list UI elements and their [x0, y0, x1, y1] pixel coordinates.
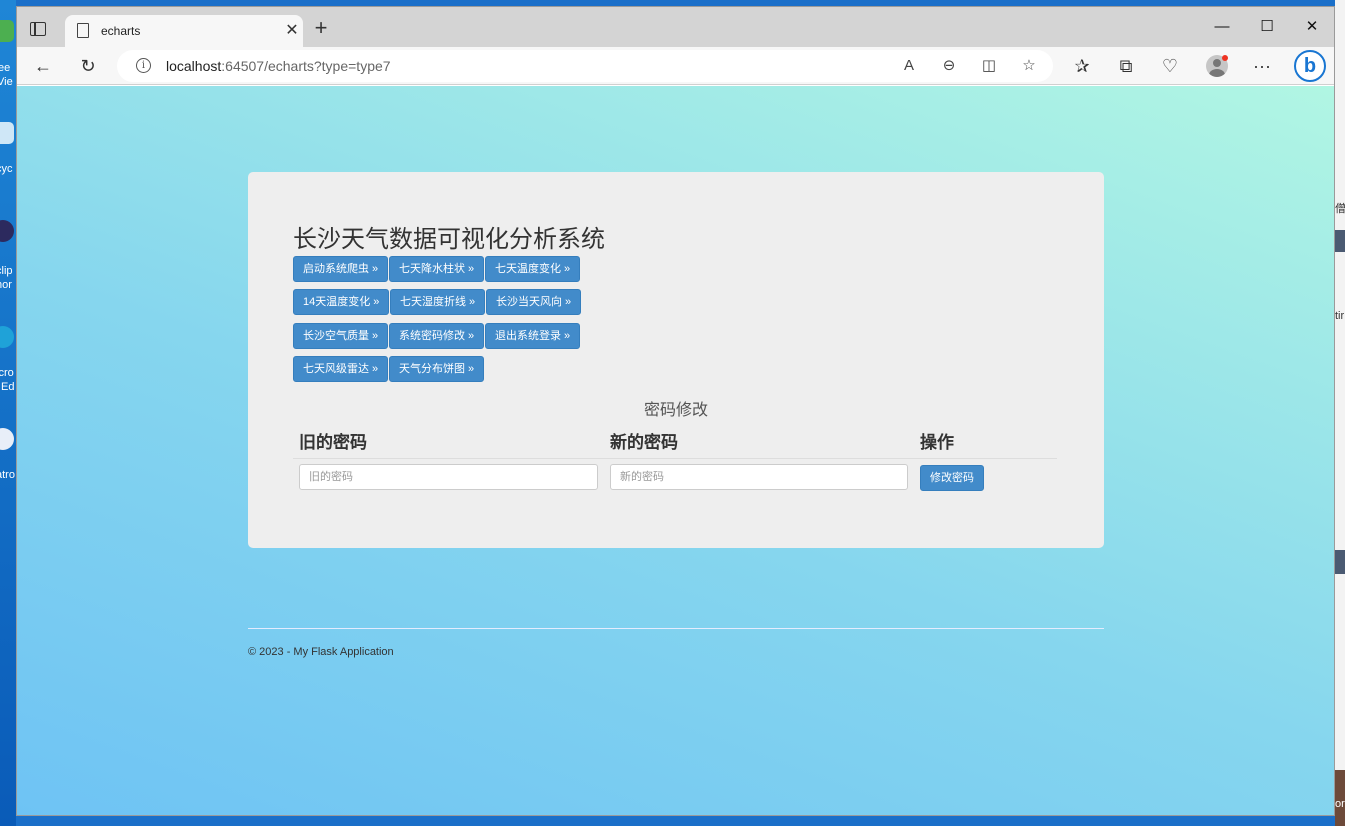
page-title: 长沙天气数据可视化分析系统 — [293, 226, 605, 253]
notification-dot — [1222, 55, 1228, 61]
browser-essentials-icon[interactable]: ♡ — [1156, 52, 1184, 80]
nav-button-wind-radar[interactable]: 七天风级雷达 » — [293, 356, 389, 382]
close-window-button[interactable]: ✕ — [1289, 15, 1334, 39]
desktop-app-icon[interactable] — [0, 20, 14, 42]
nav-button-temperature-14day[interactable]: 14天温度变化 » — [293, 289, 390, 315]
footer-divider — [248, 628, 1104, 629]
table-header-new-password: 新的密码 — [610, 433, 678, 452]
background-label: or — [1335, 798, 1345, 810]
nav-button-wind-direction[interactable]: 长沙当天风向 » — [486, 289, 582, 315]
background-label: 僧 — [1335, 203, 1345, 215]
page-viewport: 长沙天气数据可视化分析系统 启动系统爬虫 » 七天降水柱状 » 七天温度变化 »… — [17, 86, 1334, 815]
maximize-button[interactable]: ☐ — [1244, 15, 1290, 39]
tab-actions-icon[interactable] — [30, 22, 46, 36]
address-bar[interactable]: i localhost:64507/echarts?type=type7 A ⊖… — [117, 50, 1053, 82]
nav-button-air-quality[interactable]: 长沙空气质量 » — [293, 323, 389, 349]
edge-icon[interactable] — [0, 326, 14, 348]
tab-close-icon[interactable]: ✕ — [281, 20, 303, 42]
browser-toolbar: ← ↻ i localhost:64507/echarts?type=type7… — [17, 47, 1334, 85]
page-icon — [77, 23, 89, 38]
main-panel: 长沙天气数据可视化分析系统 启动系统爬虫 » 七天降水柱状 » 七天温度变化 »… — [248, 172, 1104, 548]
desktop-label: Ed — [1, 381, 15, 393]
nav-button-change-password[interactable]: 系统密码修改 » — [389, 323, 485, 349]
refresh-icon[interactable]: ↻ — [74, 52, 102, 80]
desktop-label: clip — [0, 265, 13, 277]
nav-button-weather-pie[interactable]: 天气分布饼图 » — [389, 356, 485, 382]
read-aloud-icon[interactable]: A — [898, 55, 920, 77]
new-password-input[interactable] — [610, 464, 908, 490]
browser-tab[interactable]: echarts ✕ — [65, 15, 303, 47]
table-divider — [293, 458, 1057, 459]
footer-copyright: © 2023 - My Flask Application — [248, 646, 394, 658]
url-text[interactable]: localhost:64507/echarts?type=type7 — [166, 58, 391, 74]
split-screen-icon[interactable]: ◫ — [978, 55, 1000, 77]
more-menu-icon[interactable]: ··· — [1248, 52, 1276, 80]
favorite-star-icon[interactable]: ☆ — [1018, 55, 1040, 77]
collections-icon[interactable]: ⧉ — [1112, 52, 1140, 80]
desktop-label: ee — [0, 62, 11, 74]
recycle-bin-icon[interactable] — [0, 122, 14, 144]
desktop-app-icon[interactable] — [0, 428, 14, 450]
nav-button-start-crawler[interactable]: 启动系统爬虫 » — [293, 256, 389, 282]
desktop-label: cyc — [0, 163, 13, 175]
site-info-icon[interactable]: i — [136, 58, 151, 73]
background-label: tir — [1335, 310, 1345, 322]
tab-bar: echarts ✕ + — ☐ ✕ — [17, 7, 1334, 47]
table-header-action: 操作 — [920, 433, 954, 452]
bing-copilot-icon[interactable]: b — [1294, 50, 1326, 82]
eclipse-icon[interactable] — [0, 220, 14, 242]
desktop-label: Vie — [0, 76, 13, 88]
tab-title: echarts — [101, 24, 141, 38]
desktop-left-edge: ee Vie cyc clip hor icro Ed atro — [0, 0, 16, 826]
nav-button-precipitation-bar[interactable]: 七天降水柱状 » — [389, 256, 485, 282]
favorites-icon[interactable]: ✰ — [1068, 52, 1096, 80]
zoom-out-icon[interactable]: ⊖ — [938, 55, 960, 77]
desktop-label: hor — [0, 279, 12, 291]
old-password-input[interactable] — [299, 464, 598, 490]
nav-button-logout[interactable]: 退出系统登录 » — [485, 323, 581, 349]
browser-window: echarts ✕ + — ☐ ✕ ← ↻ i localhost:64507/… — [16, 6, 1335, 816]
table-header-old-password: 旧的密码 — [299, 433, 367, 452]
nav-button-humidity-line[interactable]: 七天湿度折线 » — [390, 289, 486, 315]
background-window-edge: 僧 tir or — [1335, 0, 1345, 826]
new-tab-icon[interactable]: + — [309, 17, 333, 41]
minimize-button[interactable]: — — [1199, 15, 1245, 39]
section-title: 密码修改 — [643, 402, 708, 419]
change-password-button[interactable]: 修改密码 — [920, 465, 984, 491]
nav-button-temperature-7day[interactable]: 七天温度变化 » — [485, 256, 581, 282]
desktop-label: atro — [0, 469, 15, 481]
desktop-label: icro — [0, 367, 14, 379]
back-icon[interactable]: ← — [29, 52, 57, 80]
